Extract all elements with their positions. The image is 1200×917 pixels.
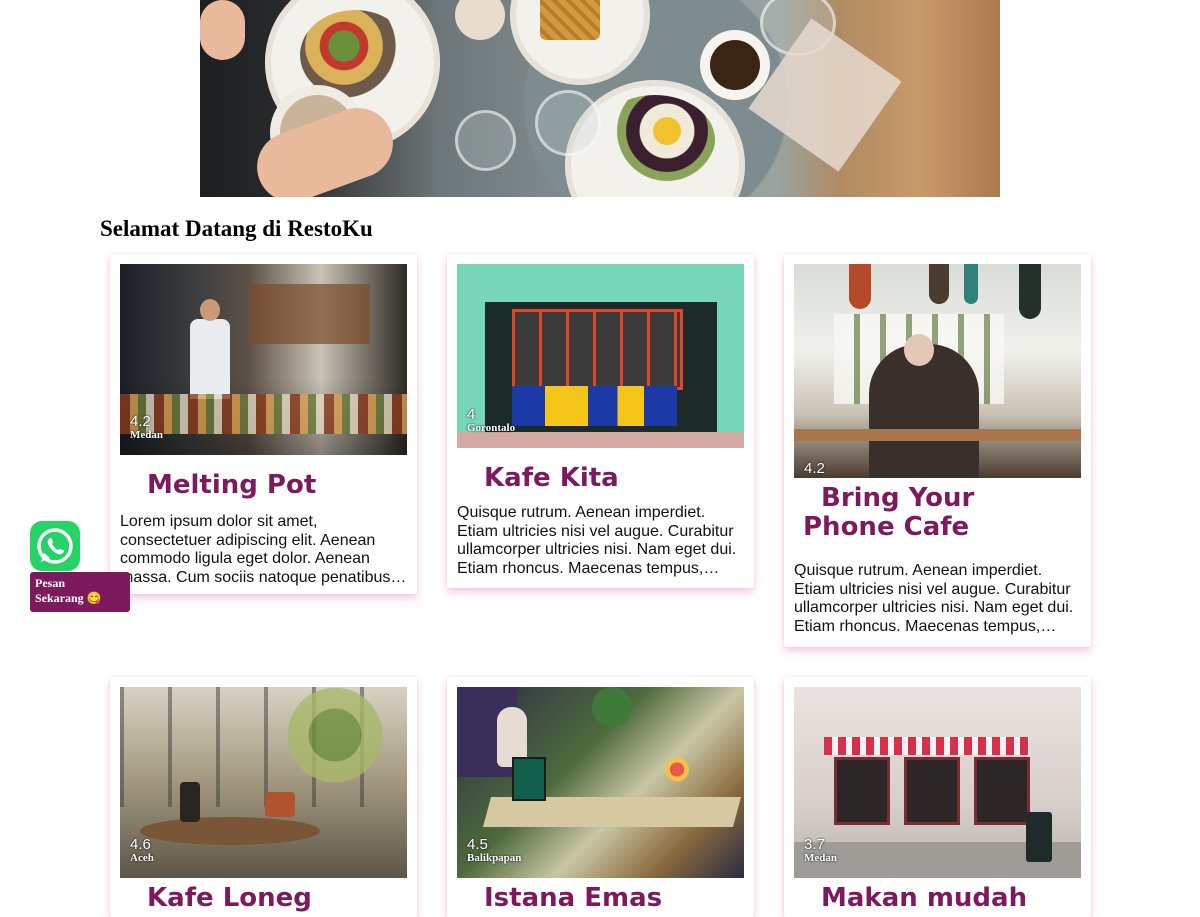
- order-now-button[interactable]: Pesan Sekarang 😋: [30, 572, 130, 612]
- restaurant-photo: 4.6 Aceh: [120, 687, 407, 878]
- order-now-label-line2: Sekarang 😋: [35, 591, 102, 605]
- city-label: Balikpapan: [467, 852, 522, 864]
- restaurant-name[interactable]: Makan mudah: [821, 884, 1091, 913]
- restaurant-name[interactable]: Kafe Kita: [484, 464, 754, 493]
- restaurant-description: Quisque rutrum. Aenean imperdiet. Etiam …: [794, 562, 1074, 635]
- welcome-heading: Selamat Datang di RestoKu: [100, 216, 373, 241]
- restaurant-photo: 4.5 Balikpapan: [457, 687, 744, 878]
- rating-value: 4.2: [130, 413, 151, 430]
- restaurant-name[interactable]: Bring Your Phone Cafe: [803, 484, 1071, 542]
- order-now-label-line1: Pesan: [35, 576, 65, 590]
- restaurant-photo: 4.2 Medan: [120, 264, 407, 455]
- whatsapp-icon[interactable]: [30, 521, 80, 571]
- restaurant-description: Quisque rutrum. Aenean imperdiet. Etiam …: [457, 504, 737, 577]
- city-label: Aceh: [130, 852, 154, 864]
- rating-value: 4: [467, 406, 476, 423]
- restaurant-card[interactable]: 4.5 Balikpapan Istana Emas: [447, 677, 754, 917]
- rating-value: 4.2: [804, 460, 825, 477]
- city-label: Gorontalo: [467, 422, 516, 434]
- restaurant-photo: 4 Gorontalo: [457, 264, 744, 448]
- restaurant-card[interactable]: 3.7 Medan Makan mudah: [784, 677, 1091, 917]
- hero-image: [200, 0, 1000, 197]
- restaurant-card[interactable]: 4.6 Aceh Kafe Loneg: [110, 677, 417, 917]
- restaurant-description: Lorem ipsum dolor sit amet, consectetuer…: [120, 513, 391, 586]
- restaurant-card[interactable]: 4.2 Bring Your Phone Cafe Quisque rutrum…: [784, 254, 1091, 647]
- restaurant-name[interactable]: Melting Pot: [147, 471, 417, 500]
- rating-value: 4.5: [467, 836, 488, 853]
- city-label: Medan: [804, 852, 837, 864]
- rating-value: 4.6: [130, 836, 151, 853]
- restaurant-name[interactable]: Istana Emas: [484, 884, 754, 913]
- restaurant-card[interactable]: 4.2 Medan Melting Pot Lorem ipsum dolor …: [110, 254, 417, 594]
- restaurant-name[interactable]: Kafe Loneg: [147, 884, 417, 913]
- restaurant-card[interactable]: 4 Gorontalo Kafe Kita Quisque rutrum. Ae…: [447, 254, 754, 588]
- restaurant-photo: 4.2: [794, 264, 1081, 478]
- rating-value: 3.7: [804, 836, 825, 853]
- city-label: Medan: [130, 429, 163, 441]
- restaurant-photo: 3.7 Medan: [794, 687, 1081, 878]
